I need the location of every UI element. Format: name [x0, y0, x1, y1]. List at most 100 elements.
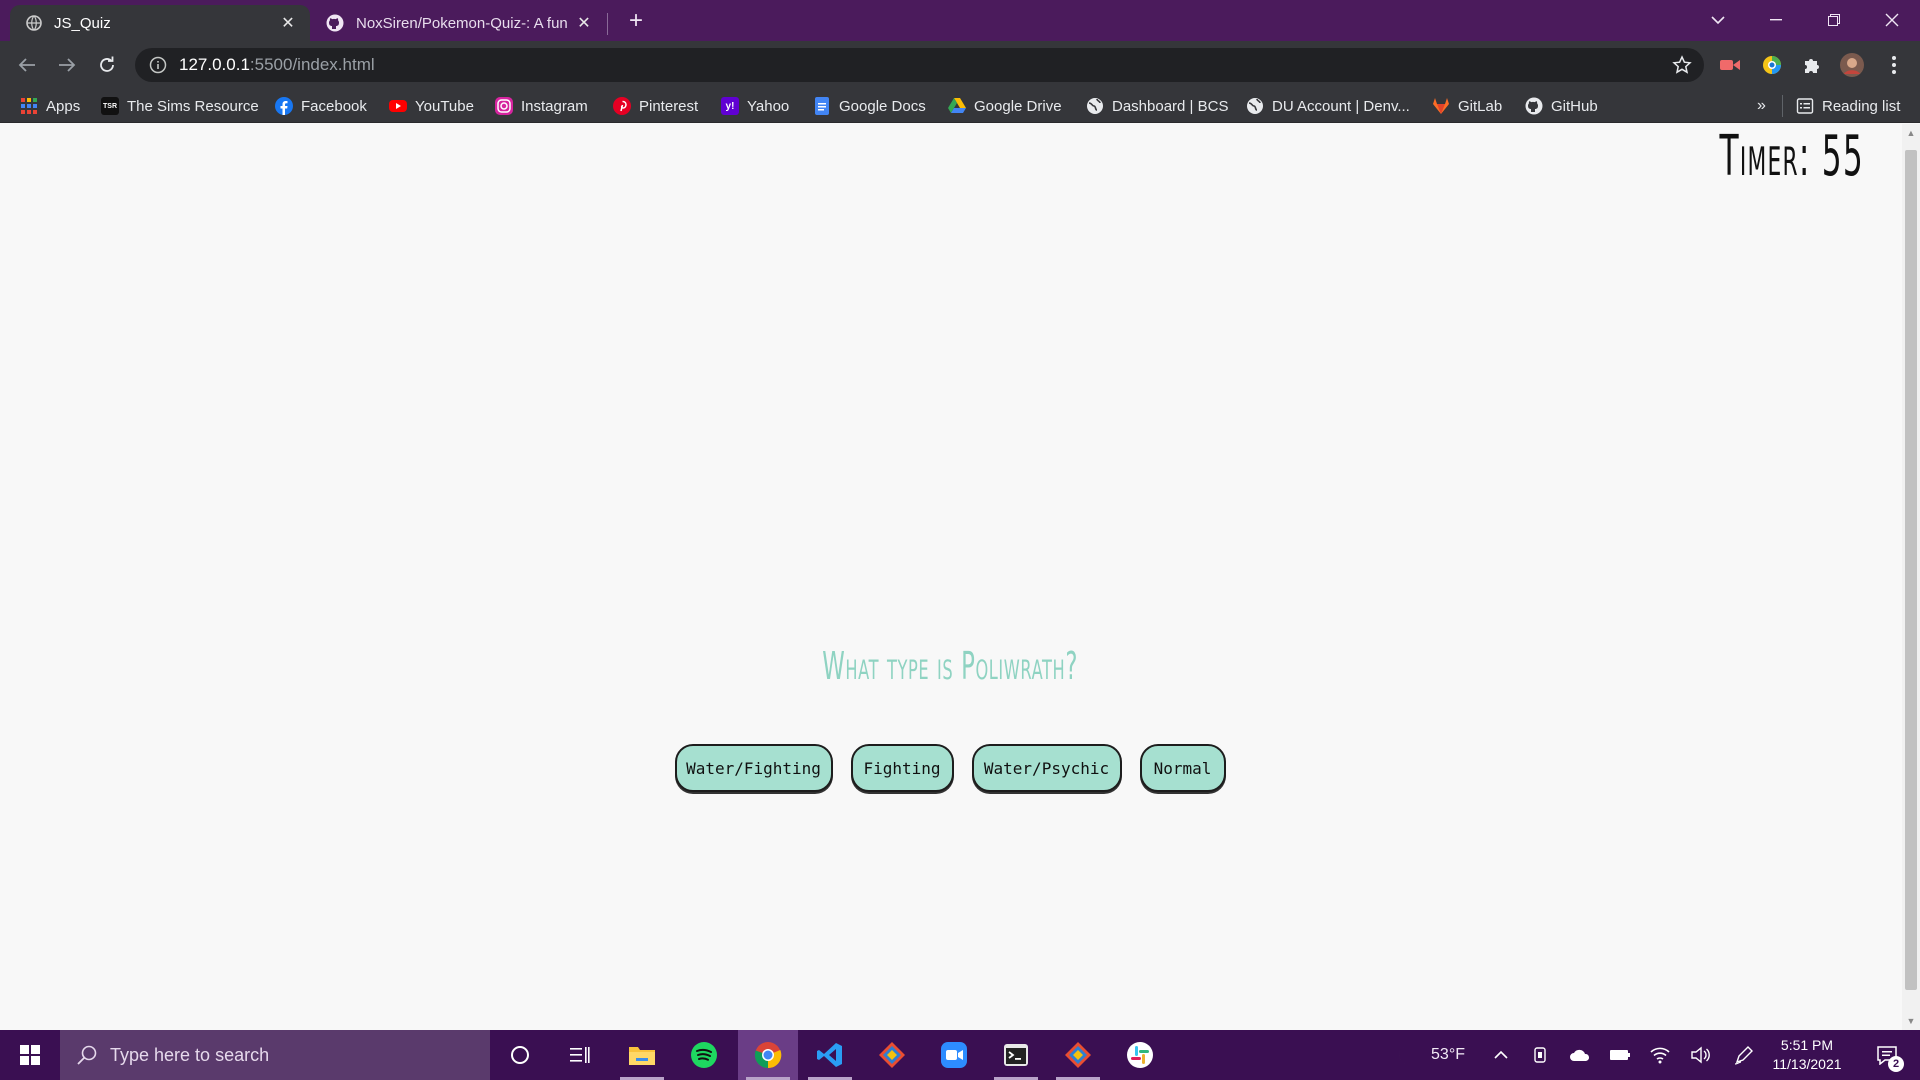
bookmark-apps[interactable]: Apps: [20, 95, 80, 117]
clock-time: 5:51 PM: [1780, 1037, 1834, 1053]
reading-list-button[interactable]: Reading list: [1796, 95, 1900, 117]
notification-badge: 2: [1888, 1056, 1904, 1072]
bookmark-facebook[interactable]: Facebook: [275, 95, 367, 117]
tray-device-icon[interactable]: [1528, 1030, 1552, 1080]
taskbar-git-app[interactable]: [1048, 1030, 1108, 1080]
scroll-down-arrow[interactable]: ▼: [1906, 1016, 1916, 1026]
extension-chrome-icon[interactable]: [1760, 53, 1784, 77]
profile-avatar[interactable]: [1840, 53, 1864, 77]
extensions-button[interactable]: [1800, 53, 1824, 77]
github-icon: [326, 14, 344, 32]
wifi-button[interactable]: [1646, 1030, 1674, 1080]
weather-temperature[interactable]: 53°F: [1420, 1030, 1476, 1080]
scroll-up-arrow[interactable]: ▲: [1906, 128, 1916, 138]
url-path: :5500/index.html: [249, 55, 375, 74]
bookmark-youtube[interactable]: YouTube: [389, 95, 474, 117]
bookmark-gitlab[interactable]: GitLab: [1432, 95, 1502, 117]
taskbar-spotify[interactable]: [674, 1030, 734, 1080]
reload-button[interactable]: [91, 49, 123, 81]
bookmark-label: The Sims Resource: [127, 97, 259, 115]
tab-separator: [607, 13, 608, 35]
facebook-icon: [275, 97, 293, 115]
github-icon: [1525, 97, 1543, 115]
answer-button-fighting[interactable]: Fighting: [850, 744, 954, 792]
tab-js-quiz[interactable]: JS_Quiz ✕: [10, 5, 310, 41]
close-icon[interactable]: ✕: [574, 13, 594, 33]
pen-icon: [1734, 1046, 1753, 1065]
folder-icon: [629, 1047, 655, 1065]
answer-choices: Water/Fighting Fighting Water/Psychic No…: [0, 744, 1900, 792]
taskbar-vscode[interactable]: [800, 1030, 860, 1080]
new-tab-button[interactable]: +: [620, 6, 652, 36]
video-extension-icon: [1720, 60, 1740, 70]
answer-button-water-fighting[interactable]: Water/Fighting: [674, 744, 833, 792]
bookmark-label: YouTube: [415, 97, 474, 115]
bookmark-yahoo[interactable]: y! Yahoo: [721, 95, 789, 117]
close-icon[interactable]: ✕: [278, 13, 298, 33]
close-icon: [1885, 13, 1899, 27]
info-icon[interactable]: [149, 56, 167, 74]
search-icon: [77, 1045, 97, 1065]
more-bookmarks-button[interactable]: »: [1757, 95, 1766, 117]
clock-date: 11/13/2021: [1772, 1056, 1842, 1072]
back-button[interactable]: [11, 49, 43, 81]
show-hidden-icons-button[interactable]: [1488, 1030, 1514, 1080]
bookmark-du-account[interactable]: DU Account | Denv...: [1246, 95, 1410, 117]
bookmark-github[interactable]: GitHub: [1525, 95, 1598, 117]
taskbar-zoom[interactable]: [924, 1030, 984, 1080]
bookmark-instagram[interactable]: Instagram: [495, 95, 588, 117]
restore-icon: [1828, 14, 1840, 26]
reload-icon: [100, 56, 114, 72]
bookmark-google-drive[interactable]: Google Drive: [948, 95, 1062, 117]
bookmark-label: GitLab: [1458, 97, 1503, 115]
bookmark-star-icon[interactable]: [1672, 55, 1692, 75]
battery-button[interactable]: [1606, 1030, 1634, 1080]
start-button[interactable]: [0, 1030, 60, 1080]
apps-grid-icon: [21, 98, 37, 114]
notifications-button[interactable]: 2: [1862, 1030, 1912, 1080]
volume-button[interactable]: [1686, 1030, 1714, 1080]
extension-video-icon[interactable]: [1718, 53, 1742, 77]
taskbar-chrome[interactable]: [738, 1030, 798, 1080]
restore-button[interactable]: [1806, 0, 1862, 40]
tab-title: JS_Quiz: [54, 14, 111, 32]
git-icon: [879, 1042, 905, 1068]
bookmark-pinterest[interactable]: Pinterest: [613, 95, 698, 117]
close-window-button[interactable]: [1864, 0, 1920, 40]
bookmark-label: Google Drive: [974, 97, 1062, 115]
answer-button-water-psychic[interactable]: Water/Psychic: [971, 744, 1122, 792]
weather-widget[interactable]: [1390, 1030, 1420, 1080]
taskbar-file-explorer[interactable]: [612, 1030, 672, 1080]
address-bar[interactable]: 127.0.0.1:5500/index.html: [135, 48, 1704, 82]
battery-icon: [1610, 1050, 1630, 1060]
cortana-button[interactable]: [490, 1030, 550, 1080]
moon-icon: [1398, 1046, 1408, 1064]
color-extension-icon: [1763, 56, 1781, 74]
zoom-icon: [941, 1042, 967, 1068]
tab-search-button[interactable]: [1690, 0, 1746, 40]
task-view-button[interactable]: [550, 1030, 610, 1080]
bookmark-sims-resource[interactable]: TSR The Sims Resource: [101, 95, 259, 117]
tab-github[interactable]: NoxSiren/Pokemon-Quiz-: A fun ✕: [316, 5, 606, 41]
system-clock[interactable]: 5:51 PM 11/13/2021: [1762, 1036, 1852, 1074]
bookmark-label: Yahoo: [747, 97, 790, 115]
forward-button[interactable]: [51, 49, 83, 81]
bookmark-label: GitHub: [1551, 97, 1598, 115]
chevron-up-icon: [1494, 1050, 1508, 1059]
answer-button-normal[interactable]: Normal: [1139, 744, 1226, 792]
bookmark-dashboard-bcs[interactable]: Dashboard | BCS: [1086, 95, 1228, 117]
browser-menu-button[interactable]: [1882, 53, 1906, 77]
avatar-icon: [1840, 53, 1864, 77]
taskbar-slack[interactable]: [1110, 1030, 1170, 1080]
taskbar-git-bash[interactable]: [986, 1030, 1046, 1080]
bookmark-google-docs[interactable]: Google Docs: [813, 95, 926, 117]
taskbar-git-gui[interactable]: [862, 1030, 922, 1080]
onedrive-button[interactable]: [1566, 1030, 1594, 1080]
pen-workspace-button[interactable]: [1730, 1030, 1758, 1080]
bookmarks-bar: Apps TSR The Sims Resource Facebook YouT…: [0, 89, 1920, 123]
taskbar-search-box[interactable]: Type here to search: [60, 1030, 490, 1080]
minimize-button[interactable]: [1748, 0, 1804, 40]
page-scrollbar[interactable]: ▲ ▼: [1902, 124, 1920, 1030]
wifi-icon: [1650, 1047, 1670, 1064]
scrollbar-thumb[interactable]: [1905, 150, 1917, 990]
